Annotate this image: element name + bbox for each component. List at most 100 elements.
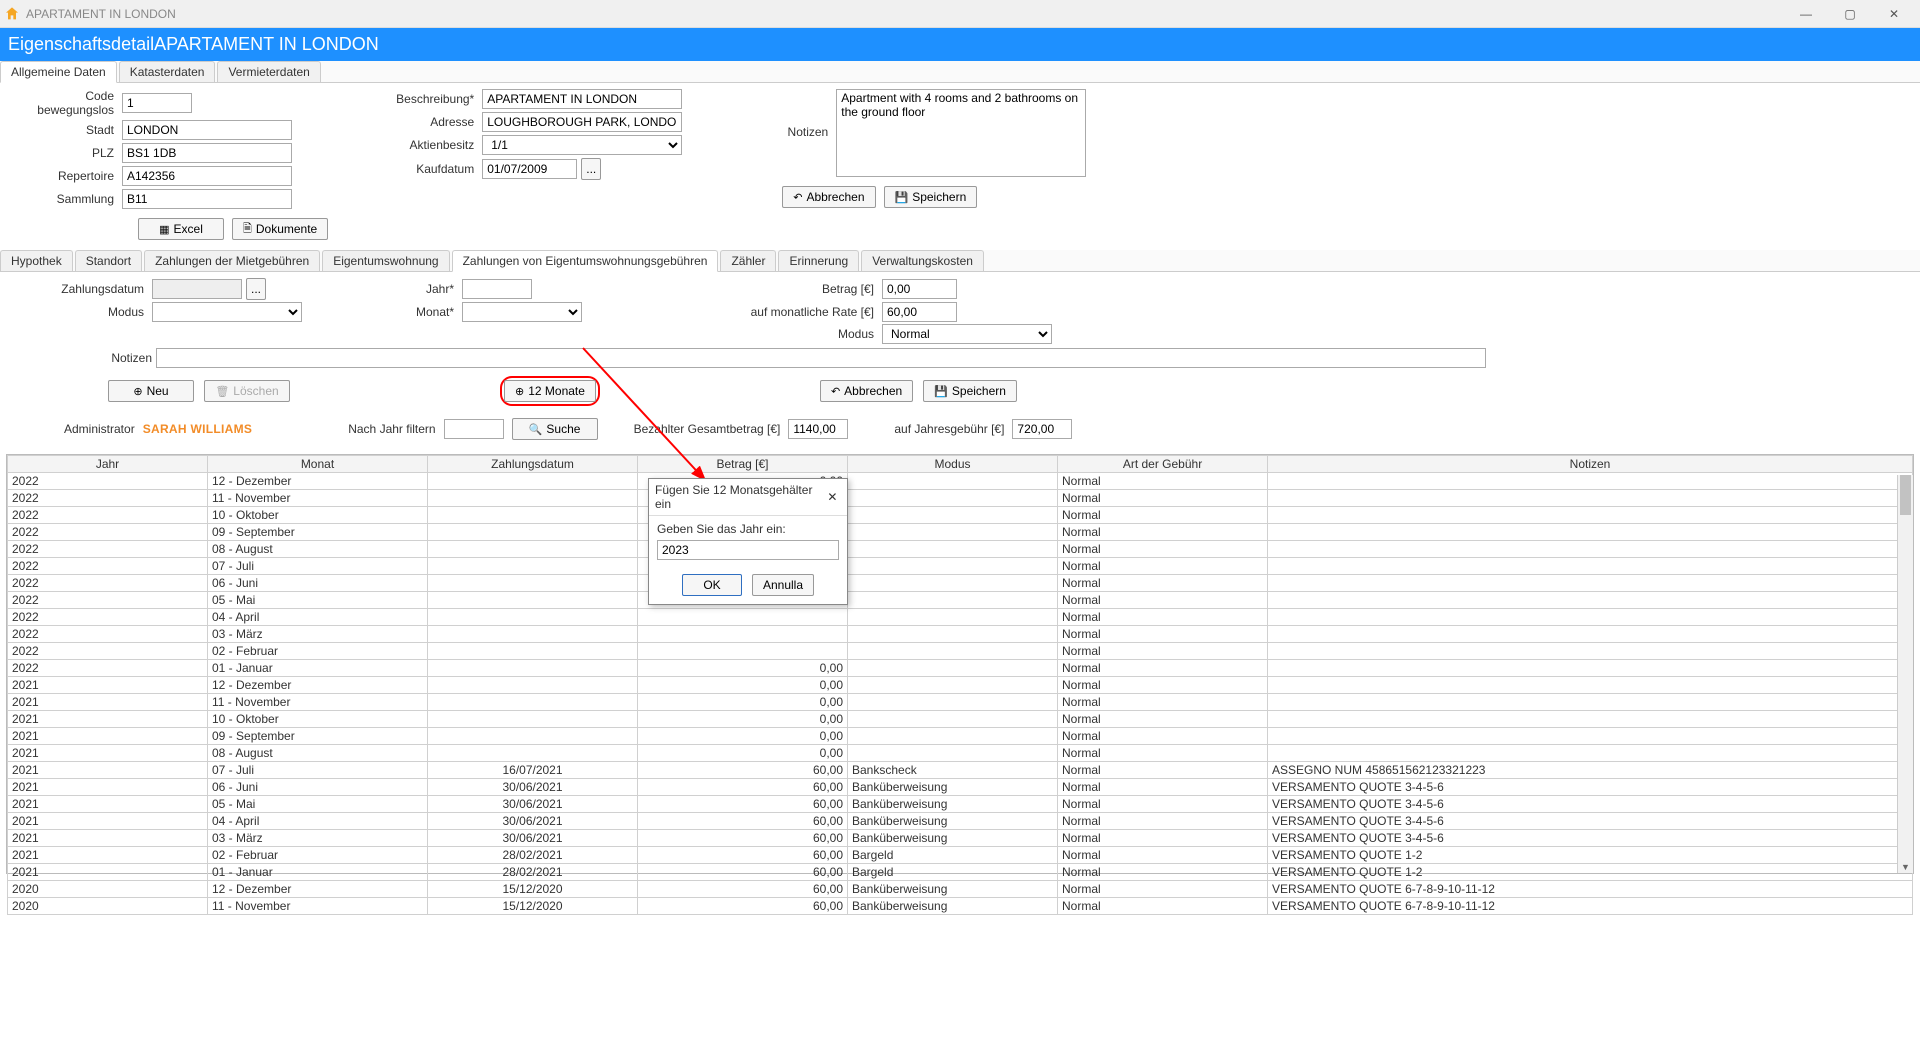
table-scrollbar[interactable]: ▲ ▼ [1897,475,1913,873]
month-select[interactable] [462,302,582,322]
filter-year-input[interactable] [444,419,504,439]
payment-notes-input[interactable] [156,348,1486,368]
plz-input[interactable] [122,143,292,163]
table-cell [848,558,1058,575]
col-header-1[interactable]: Monat [208,456,428,473]
col-header-3[interactable]: Betrag [€] [638,456,848,473]
table-row[interactable]: 202203 - MärzNormal [8,626,1913,643]
notes-textarea[interactable]: Apartment with 4 rooms and 2 bathrooms o… [836,89,1086,177]
annual-fee-input[interactable] [1012,419,1072,439]
table-row[interactable]: 202106 - Juni30/06/202160,00Banküberweis… [8,779,1913,796]
top-tab-1[interactable]: Katasterdaten [119,61,216,82]
table-row[interactable]: 202212 - Dezember0,00Normal [8,473,1913,490]
table-row[interactable]: 202204 - AprilNormal [8,609,1913,626]
payment-cancel-button[interactable]: ↶Abbrechen [820,380,913,402]
table-cell: 07 - Juli [208,558,428,575]
sub-tab-0[interactable]: Hypothek [0,250,73,271]
table-row[interactable]: 202202 - FebruarNormal [8,643,1913,660]
table-cell [1268,728,1913,745]
table-cell: 10 - Oktober [208,711,428,728]
sub-tab-6[interactable]: Erinnerung [778,250,859,271]
table-row[interactable]: 202112 - Dezember0,00Normal [8,677,1913,694]
table-row[interactable]: 202011 - November15/12/202060,00Banküber… [8,898,1913,915]
table-row[interactable]: 202208 - August0,00Normal [8,541,1913,558]
sub-tab-5[interactable]: Zähler [720,250,776,271]
year-input[interactable] [462,279,532,299]
paydate-picker-button[interactable]: ... [246,278,266,300]
table-row[interactable]: 202210 - Oktober0,00Normal [8,507,1913,524]
code-input[interactable] [122,93,192,113]
sub-tab-4[interactable]: Zahlungen von Eigentumswohnungsgebühren [452,250,719,272]
delete-button[interactable]: 🗑Löschen [204,380,290,402]
payment-save-button[interactable]: 💾Speichern [923,380,1017,402]
sub-tab-1[interactable]: Standort [75,250,142,271]
dialog-year-input[interactable] [657,540,839,560]
city-input[interactable] [122,120,292,140]
excel-button[interactable]: ▦Excel [138,218,224,240]
table-row[interactable]: 202201 - Januar0,00Normal [8,660,1913,677]
col-header-4[interactable]: Modus [848,456,1058,473]
top-tab-2[interactable]: Vermieterdaten [217,61,320,82]
table-row[interactable]: 202104 - April30/06/202160,00Banküberwei… [8,813,1913,830]
table-cell: ASSEGNO NUM 458651562123321223 [1268,762,1913,779]
table-cell: 30/06/2021 [428,830,638,847]
scroll-thumb[interactable] [1900,475,1911,515]
address-input[interactable] [482,112,682,132]
new-button[interactable]: ⊕Neu [108,380,194,402]
date-picker-button[interactable]: ... [581,158,601,180]
paydate-input[interactable] [152,279,242,299]
table-row[interactable]: 202101 - Januar28/02/202160,00BargeldNor… [8,864,1913,881]
amount-input[interactable] [882,279,957,299]
close-button[interactable]: ✕ [1872,0,1916,28]
col-header-6[interactable]: Notizen [1268,456,1913,473]
description-input[interactable] [482,89,682,109]
repertoire-input[interactable] [122,166,292,186]
search-button[interactable]: 🔍Suche [512,418,598,440]
save-button[interactable]: 💾Speichern [884,186,978,208]
annual-fee-label: auf Jahresgebühr [€] [894,422,1004,436]
table-cell [848,694,1058,711]
table-row[interactable]: 202211 - November0,00Normal [8,490,1913,507]
payments-table[interactable]: JahrMonatZahlungsdatumBetrag [€]ModusArt… [7,455,1913,915]
table-cell: Normal [1058,626,1268,643]
table-row[interactable]: 202205 - MaiNormal [8,592,1913,609]
purchase-date-input[interactable] [482,159,577,179]
table-cell [1268,592,1913,609]
top-tab-0[interactable]: Allgemeine Daten [0,61,117,83]
col-header-0[interactable]: Jahr [8,456,208,473]
documents-button[interactable]: 🗎Dokumente [232,218,328,240]
dialog-close-button[interactable]: ✕ [824,490,841,504]
monthly-rate-input[interactable] [882,302,957,322]
scroll-down-icon[interactable]: ▼ [1898,859,1913,875]
table-row[interactable]: 202206 - JuniNormal [8,575,1913,592]
mode-select[interactable] [152,302,302,322]
table-row[interactable]: 202012 - Dezember15/12/202060,00Banküber… [8,881,1913,898]
highlight-annotation: ⊕12 Monate [500,376,600,406]
table-row[interactable]: 202111 - November0,00Normal [8,694,1913,711]
twelve-months-button[interactable]: ⊕12 Monate [504,380,596,402]
table-row[interactable]: 202207 - JuliNormal [8,558,1913,575]
sub-tab-3[interactable]: Eigentumswohnung [322,250,449,271]
table-row[interactable]: 202105 - Mai30/06/202160,00Banküberweisu… [8,796,1913,813]
table-row[interactable]: 202102 - Februar28/02/202160,00BargeldNo… [8,847,1913,864]
col-header-2[interactable]: Zahlungsdatum [428,456,638,473]
table-row[interactable]: 202209 - September0,00Normal [8,524,1913,541]
table-row[interactable]: 202110 - Oktober0,00Normal [8,711,1913,728]
cancel-button[interactable]: ↶Abbrechen [782,186,875,208]
dialog-ok-button[interactable]: OK [682,574,742,596]
maximize-button[interactable]: ▢ [1828,0,1872,28]
paid-total-input[interactable] [788,419,848,439]
table-cell: Normal [1058,541,1268,558]
col-header-5[interactable]: Art der Gebühr [1058,456,1268,473]
dialog-cancel-button[interactable]: Annulla [752,574,814,596]
sub-tab-7[interactable]: Verwaltungskosten [861,250,984,271]
table-row[interactable]: 202109 - September0,00Normal [8,728,1913,745]
share-select[interactable]: 1/1 [482,135,682,155]
table-row[interactable]: 202108 - August0,00Normal [8,745,1913,762]
table-row[interactable]: 202103 - März30/06/202160,00Banküberweis… [8,830,1913,847]
collection-input[interactable] [122,189,292,209]
sub-tab-2[interactable]: Zahlungen der Mietgebühren [144,250,320,271]
mode2-select[interactable]: Normal [882,324,1052,344]
minimize-button[interactable]: — [1784,0,1828,28]
table-row[interactable]: 202107 - Juli16/07/202160,00BankscheckNo… [8,762,1913,779]
